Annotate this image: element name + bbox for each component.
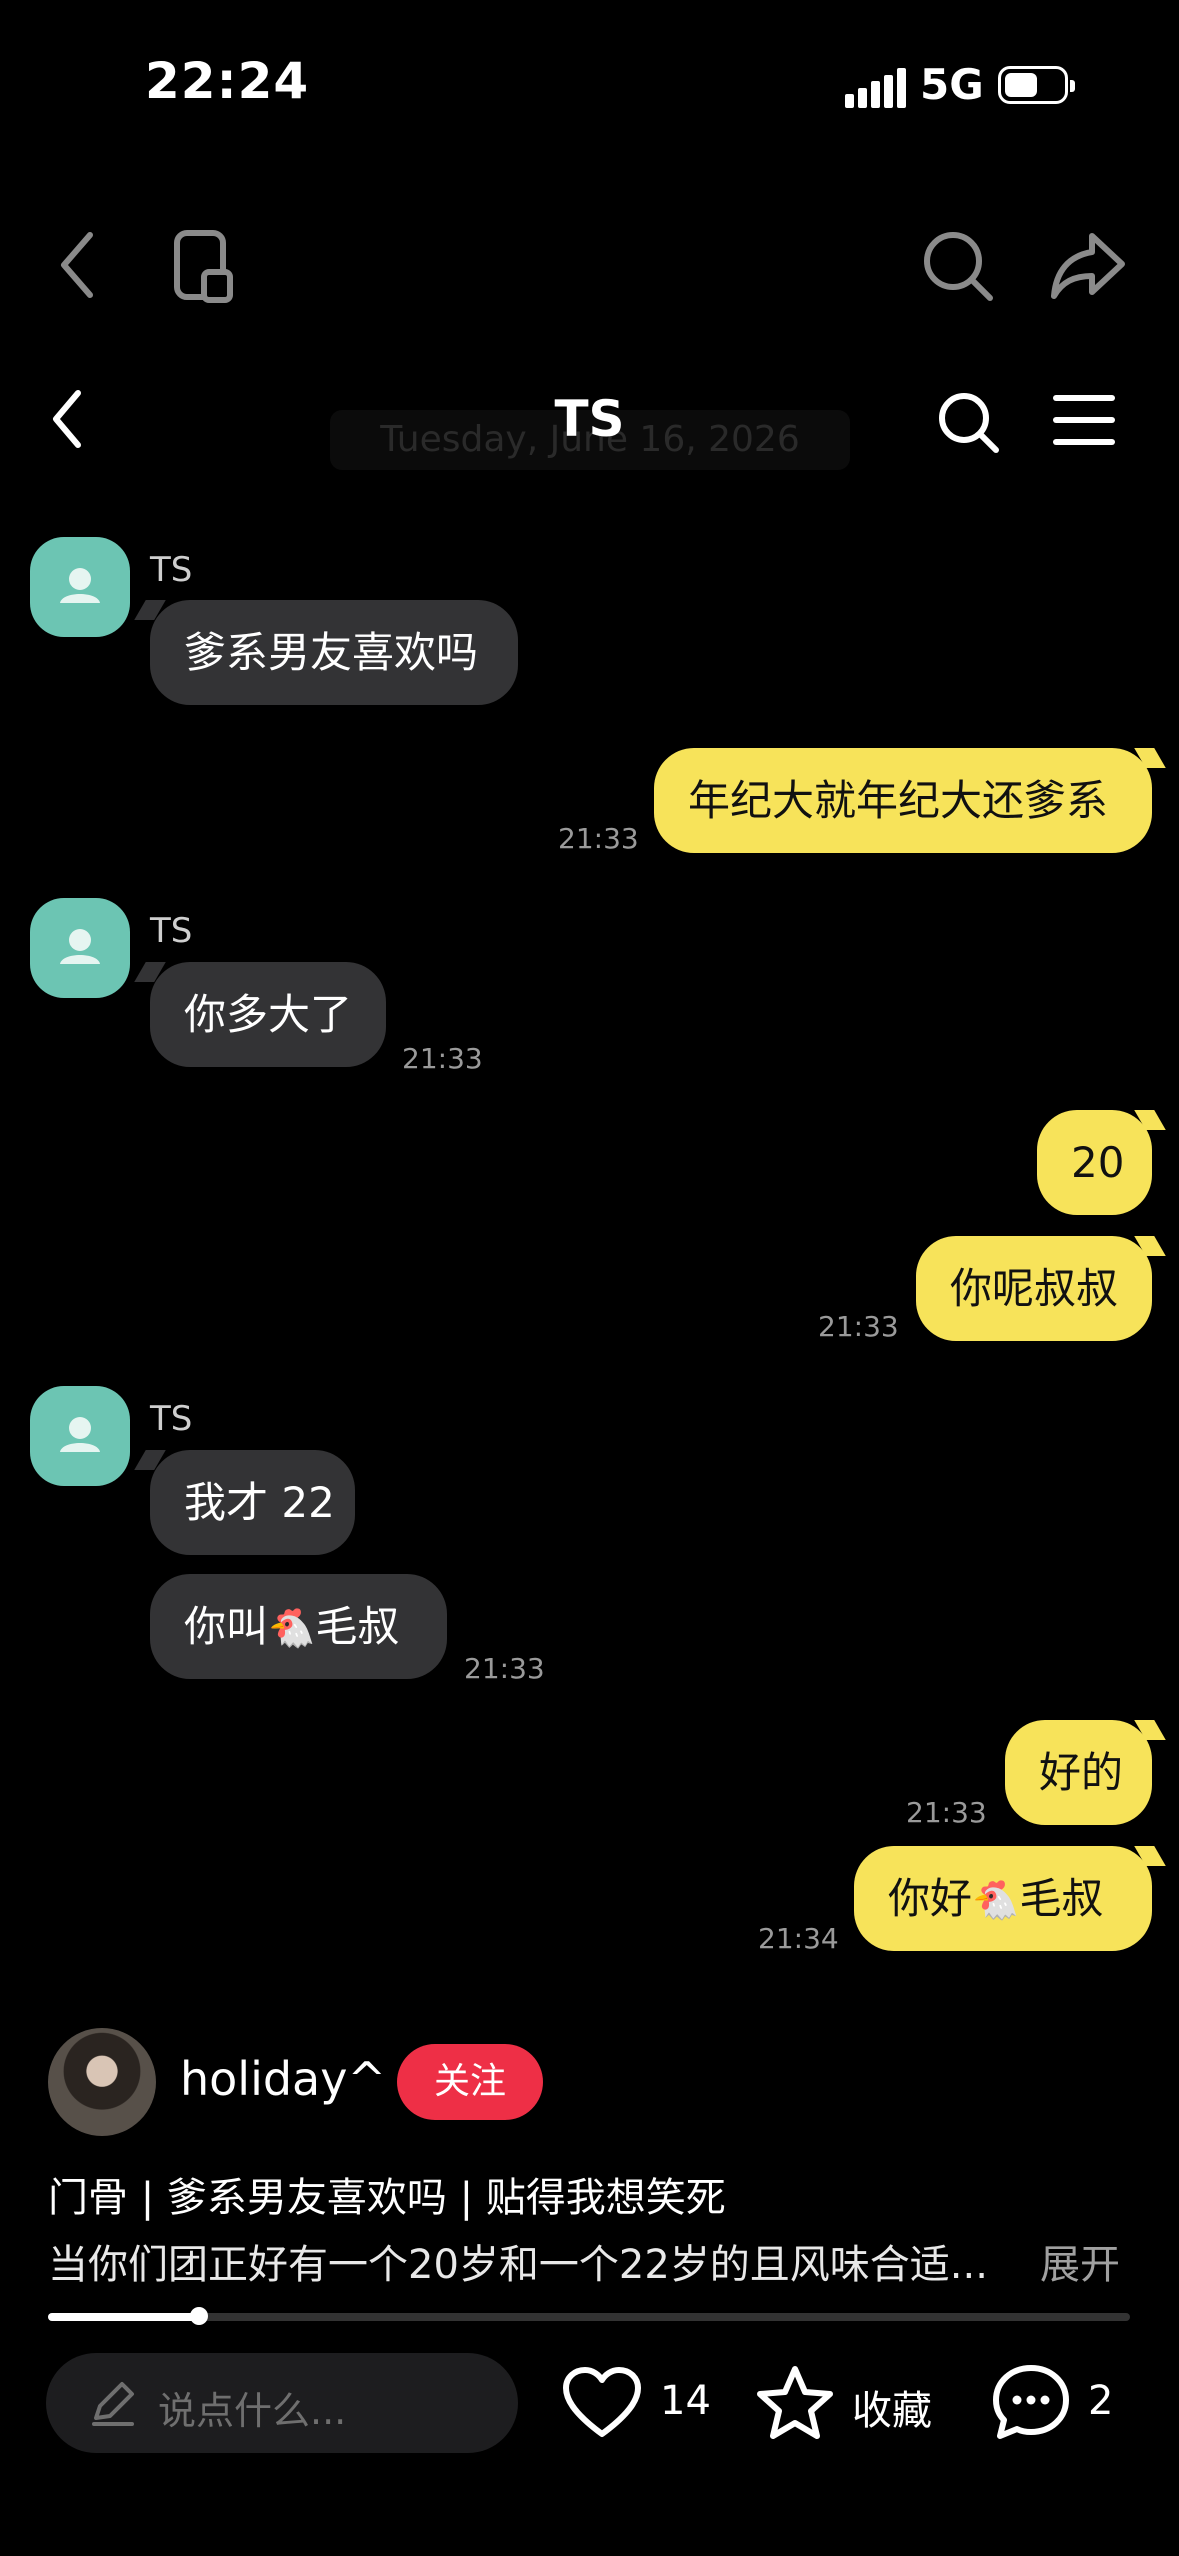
- image-progress-knob[interactable]: [190, 2307, 209, 2325]
- message-text: 毛叔: [1019, 1874, 1104, 1923]
- sender-name: TS: [150, 911, 193, 951]
- message-bubble-incoming[interactable]: 爹系男友喜欢吗: [150, 600, 518, 705]
- chicken-emoji: 🐔: [268, 1606, 316, 1650]
- message-text: 你好: [888, 1874, 973, 1923]
- post-title: 门骨 | 爹系男友喜欢吗 | 贴得我想笑死: [48, 2175, 726, 2221]
- signal-icon: [845, 68, 906, 108]
- back-icon[interactable]: [52, 225, 102, 305]
- message-bubble-outgoing[interactable]: 好的: [1005, 1720, 1152, 1825]
- author-name[interactable]: holiday^: [180, 2052, 386, 2106]
- message-time: 21:34: [758, 1922, 839, 1955]
- message-bubble-incoming[interactable]: 你多大了: [150, 962, 386, 1067]
- message-time: 21:33: [558, 822, 639, 855]
- author-avatar[interactable]: [48, 2028, 156, 2136]
- sender-name: TS: [150, 550, 193, 590]
- contact-avatar[interactable]: [30, 898, 130, 998]
- comment-icon[interactable]: [990, 2362, 1072, 2444]
- pencil-icon: [88, 2378, 138, 2428]
- image-progress-track[interactable]: [48, 2313, 1130, 2321]
- post-body: 当你们团正好有一个20岁和一个22岁的且风味合适...: [48, 2242, 988, 2288]
- contact-avatar[interactable]: [30, 537, 130, 637]
- battery-icon: [998, 66, 1075, 104]
- like-count: 14: [660, 2378, 711, 2424]
- message-time: 21:33: [402, 1042, 483, 1075]
- favorite-icon[interactable]: [756, 2364, 834, 2442]
- menu-icon[interactable]: [1052, 392, 1116, 448]
- chicken-emoji: 🐔: [972, 1878, 1020, 1922]
- message-bubble-outgoing[interactable]: 你呢叔叔: [916, 1236, 1152, 1341]
- image-progress-fill: [48, 2313, 200, 2321]
- expand-link[interactable]: 展开: [1040, 2232, 1120, 2290]
- message-bubble-incoming[interactable]: 我才 22: [150, 1450, 355, 1555]
- message-time: 21:33: [464, 1652, 545, 1685]
- status-time: 22:24: [145, 52, 310, 110]
- chat-search-icon[interactable]: [936, 390, 1002, 456]
- follow-button[interactable]: 关注: [397, 2044, 543, 2120]
- mini-window-icon[interactable]: [172, 228, 236, 304]
- message-bubble-incoming[interactable]: 你叫🐔毛叔: [150, 1574, 447, 1679]
- search-icon[interactable]: [920, 228, 996, 304]
- message-time: 21:33: [818, 1310, 899, 1343]
- network-type: 5G: [920, 60, 984, 109]
- message-text: 毛叔: [315, 1602, 400, 1651]
- contact-avatar[interactable]: [30, 1386, 130, 1486]
- share-icon[interactable]: [1048, 228, 1128, 304]
- comment-placeholder: 说点什么...: [158, 2389, 347, 2433]
- message-bubble-outgoing[interactable]: 年纪大就年纪大还爹系: [654, 748, 1152, 853]
- message-bubble-outgoing[interactable]: 你好🐔毛叔: [854, 1846, 1152, 1951]
- chat-title: TS: [554, 390, 625, 448]
- message-time: 21:33: [906, 1796, 987, 1829]
- message-text: 你叫: [184, 1602, 269, 1651]
- message-bubble-outgoing[interactable]: 20: [1037, 1110, 1152, 1215]
- favorite-label[interactable]: 收藏: [852, 2378, 932, 2436]
- sender-name: TS: [150, 1399, 193, 1439]
- like-icon[interactable]: [562, 2366, 642, 2440]
- comment-count: 2: [1088, 2378, 1114, 2424]
